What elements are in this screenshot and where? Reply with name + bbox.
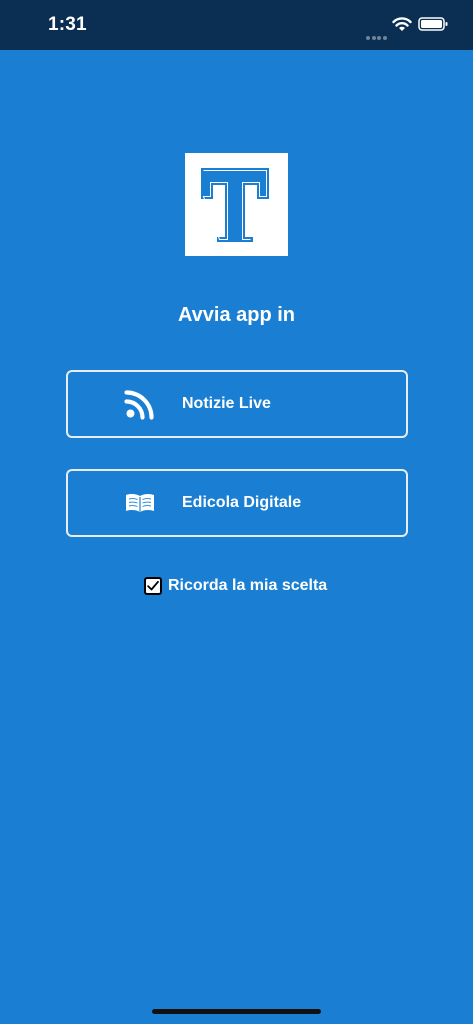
rss-feed-icon <box>124 390 154 420</box>
status-bar: 1:31 <box>0 0 473 50</box>
notizie-live-label: Notizie Live <box>182 395 271 412</box>
battery-icon <box>418 17 448 31</box>
app-logo: T <box>185 153 288 256</box>
home-indicator <box>152 1009 321 1014</box>
edicola-digitale-button[interactable]: Edicola Digitale <box>66 469 408 537</box>
wifi-icon <box>392 17 412 31</box>
remember-checkbox[interactable] <box>144 577 162 595</box>
notizie-live-button[interactable]: Notizie Live <box>66 370 408 438</box>
signal-dots-icon <box>366 27 388 40</box>
open-book-icon <box>126 493 154 512</box>
remember-choice: Ricorda la mia scelta <box>144 575 327 597</box>
checkmark-icon <box>147 580 159 591</box>
page-title: Avvia app in <box>177 304 296 326</box>
edicola-digitale-label: Edicola Digitale <box>182 494 302 511</box>
status-time: 1:31 <box>48 14 87 35</box>
t-logo-icon: T <box>201 168 269 242</box>
remember-choice-label: Ricorda la mia scelta <box>168 577 328 594</box>
